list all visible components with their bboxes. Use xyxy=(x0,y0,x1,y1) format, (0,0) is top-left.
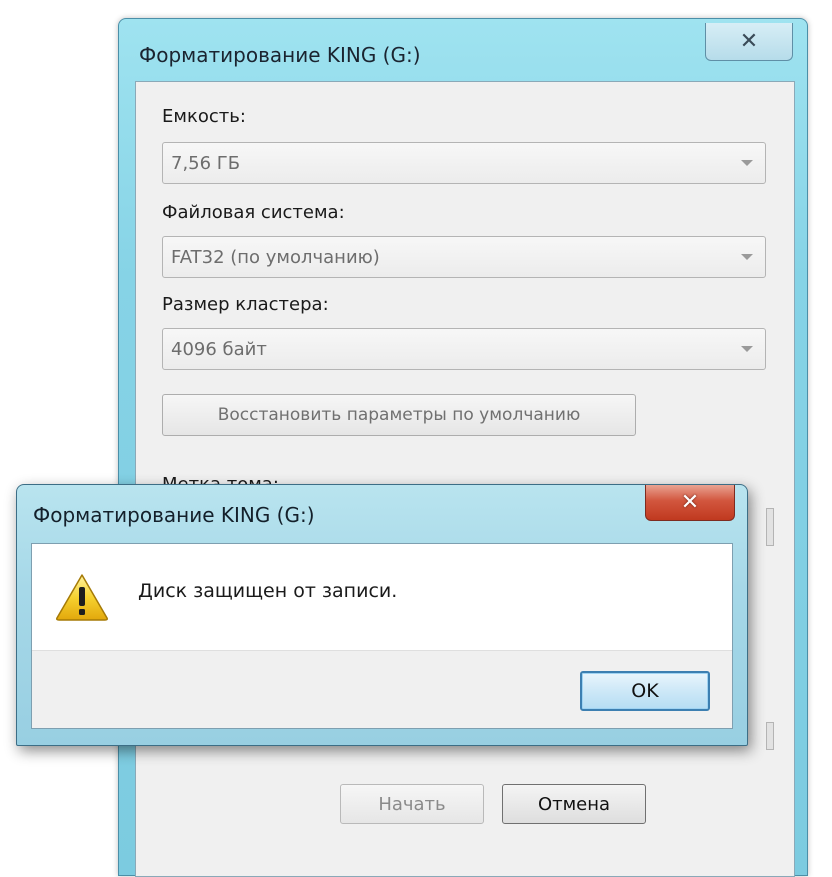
close-icon: ✕ xyxy=(739,29,759,54)
chevron-down-icon xyxy=(741,346,753,352)
dialog-footer: OK xyxy=(32,650,732,728)
ok-button[interactable]: OK xyxy=(580,671,710,711)
window-client-area: Емкость: 7,56 ГБ Файловая система: FAT32… xyxy=(135,81,795,877)
chevron-down-icon xyxy=(741,160,753,166)
format-window: Форматирование KING (G:) ✕ Емкость: 7,56… xyxy=(118,18,808,877)
volume-input-edge xyxy=(766,508,774,546)
capacity-label: Емкость: xyxy=(162,106,246,127)
cluster-size-value: 4096 байт xyxy=(171,338,267,360)
dialog-message: Диск защищен от записи. xyxy=(138,580,398,602)
cluster-size-label: Размер кластера: xyxy=(162,294,329,315)
filesystem-label: Файловая система: xyxy=(162,202,345,223)
dialog-title: Форматирование KING (G:) xyxy=(33,503,315,527)
start-button[interactable]: Начать xyxy=(340,784,484,824)
options-edge xyxy=(766,722,774,750)
filesystem-value: FAT32 (по умолчанию) xyxy=(171,246,380,268)
filesystem-select[interactable]: FAT32 (по умолчанию) xyxy=(162,236,766,278)
warning-icon xyxy=(56,574,108,621)
dialog-client-area: Диск защищен от записи. OK xyxy=(31,543,733,729)
dialog-close-button[interactable]: ✕ xyxy=(645,485,735,521)
close-icon: ✕ xyxy=(680,490,700,515)
window-title: Форматирование KING (G:) xyxy=(139,43,421,67)
restore-defaults-button[interactable]: Восстановить параметры по умолчанию xyxy=(162,394,636,436)
cluster-size-select[interactable]: 4096 байт xyxy=(162,328,766,370)
message-dialog: Форматирование KING (G:) ✕ Диск защищен … xyxy=(16,484,748,746)
capacity-select[interactable]: 7,56 ГБ xyxy=(162,142,766,184)
close-button[interactable]: ✕ xyxy=(705,23,793,61)
cancel-button[interactable]: Отмена xyxy=(502,784,646,824)
chevron-down-icon xyxy=(741,254,753,260)
capacity-value: 7,56 ГБ xyxy=(171,152,241,174)
